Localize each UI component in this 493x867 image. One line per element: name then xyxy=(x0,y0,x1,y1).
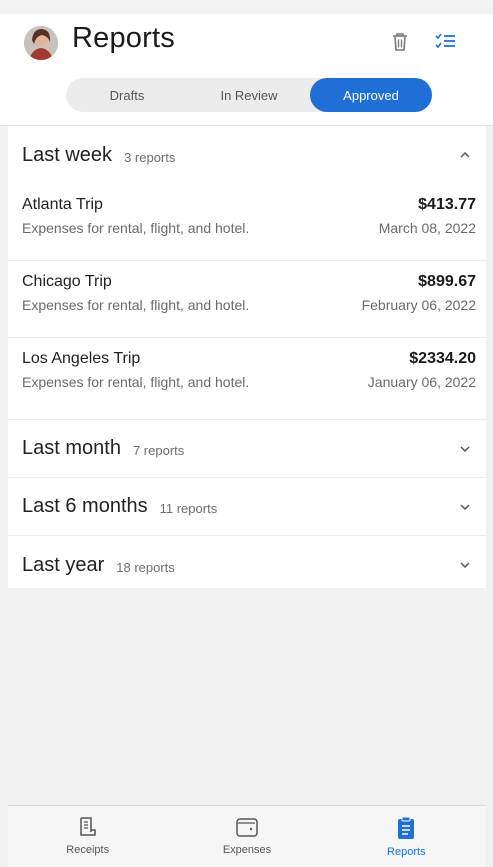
clipboard-icon xyxy=(398,816,415,839)
nav-receipts[interactable]: Receipts xyxy=(8,806,167,867)
segment-drafts[interactable]: Drafts xyxy=(66,78,188,112)
group-title: Last month xyxy=(22,437,121,459)
report-amount: $413.77 xyxy=(418,196,476,213)
header: Reports Drafts In Review Approved xyxy=(0,14,493,126)
report-row[interactable]: Los Angeles Trip Expenses for rental, fl… xyxy=(8,338,486,420)
delete-button[interactable] xyxy=(386,28,414,56)
report-description: Expenses for rental, flight, and hotel. xyxy=(22,220,250,236)
status-segmented-control: Drafts In Review Approved xyxy=(66,78,432,112)
report-date: January 06, 2022 xyxy=(367,374,476,390)
report-amount: $2334.20 xyxy=(409,350,476,367)
reports-list: Last week 3 reports Atlanta Trip Expense… xyxy=(8,126,486,588)
group-count: 18 reports xyxy=(116,559,175,575)
report-row[interactable]: Chicago Trip Expenses for rental, flight… xyxy=(8,261,486,338)
group-title: Last week xyxy=(22,143,113,166)
report-date: March 08, 2022 xyxy=(378,220,476,236)
chevron-up-icon xyxy=(460,151,470,158)
report-description: Expenses for rental, flight, and hotel. xyxy=(22,374,250,390)
report-name: Chicago Trip xyxy=(22,273,112,290)
report-description: Expenses for rental, flight, and hotel. xyxy=(22,297,250,313)
group-header-last-6-months[interactable]: Last 6 months 11 reports xyxy=(8,478,486,536)
trash-icon xyxy=(393,33,407,51)
group-title: Last year xyxy=(22,553,105,576)
receipt-icon xyxy=(79,817,96,836)
group-count: 7 reports xyxy=(132,443,185,458)
app-screen: Reports Drafts In Review Approved Last w… xyxy=(0,0,493,867)
report-amount: $899.67 xyxy=(418,273,476,290)
chevron-down-icon xyxy=(460,504,470,511)
report-name: Atlanta Trip xyxy=(22,196,103,213)
chevron-down-icon xyxy=(460,446,470,453)
checklist-icon xyxy=(435,33,455,49)
group-count: 3 reports xyxy=(124,149,176,165)
group-title: Last 6 months xyxy=(22,495,148,517)
wallet-icon xyxy=(236,818,258,837)
nav-expenses[interactable]: Expenses xyxy=(167,806,326,867)
nav-reports[interactable]: Reports xyxy=(327,806,486,867)
nav-label: Receipts xyxy=(66,844,110,856)
bottom-navigation: Receipts Expenses Reports xyxy=(8,805,486,867)
nav-label: Reports xyxy=(387,846,426,858)
nav-label: Expenses xyxy=(222,844,272,856)
page-title: Reports xyxy=(72,22,175,54)
report-row[interactable]: Atlanta Trip Expenses for rental, flight… xyxy=(8,184,486,261)
group-count: 11 reports xyxy=(159,501,218,516)
select-button[interactable] xyxy=(431,28,459,56)
status-bar xyxy=(0,0,493,14)
chevron-down-icon xyxy=(460,562,470,569)
report-date: February 06, 2022 xyxy=(361,297,476,313)
report-name: Los Angeles Trip xyxy=(22,350,141,367)
group-header-last-year[interactable]: Last year 18 reports xyxy=(8,536,486,594)
segment-approved[interactable]: Approved xyxy=(310,78,432,112)
group-header-last-month[interactable]: Last month 7 reports xyxy=(8,420,486,478)
group-header-last-week[interactable]: Last week 3 reports xyxy=(8,126,486,184)
user-avatar[interactable] xyxy=(24,26,58,60)
segment-in-review[interactable]: In Review xyxy=(188,78,310,112)
